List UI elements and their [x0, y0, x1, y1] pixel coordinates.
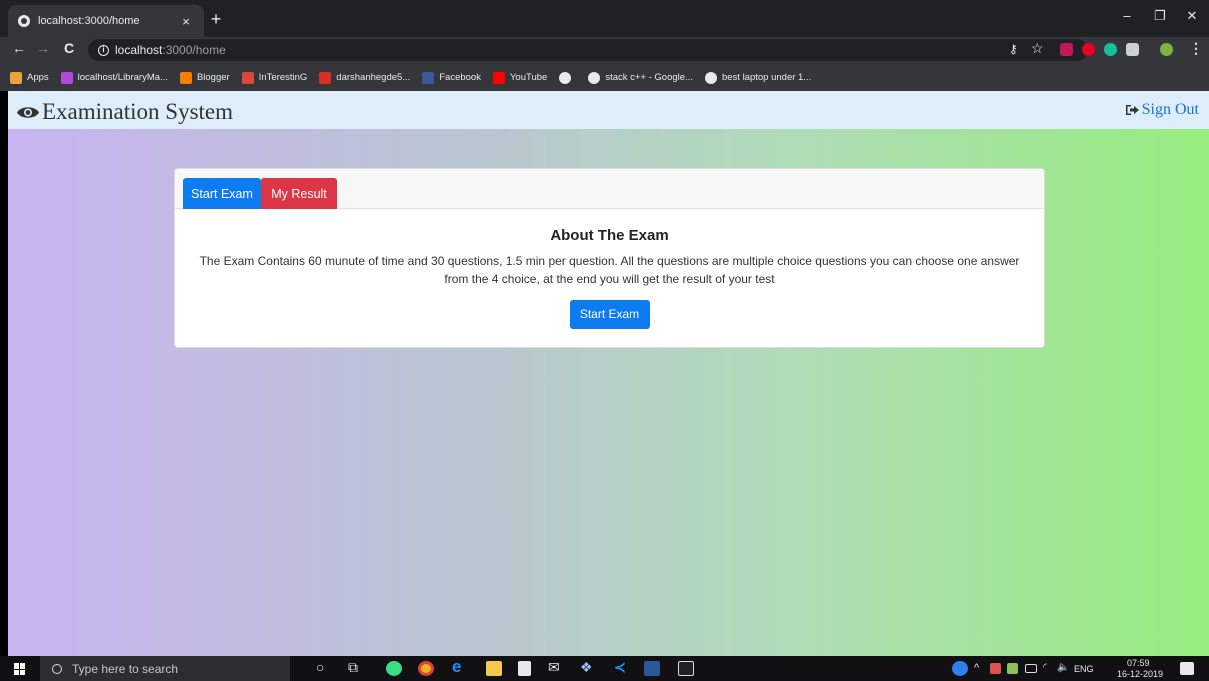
- forward-button[interactable]: →: [34, 40, 52, 56]
- help-icon[interactable]: [952, 661, 968, 676]
- bookmark-item[interactable]: Facebook: [422, 71, 481, 84]
- bookmark-label: localhost/LibraryMa...: [77, 72, 168, 83]
- tray-app-icon-2[interactable]: [1007, 663, 1018, 674]
- tray-app-icon[interactable]: [990, 663, 1001, 674]
- key-icon[interactable]: ⚷: [1009, 42, 1018, 56]
- site-icon: [60, 71, 73, 84]
- chrome-icon[interactable]: [418, 661, 434, 676]
- tab-start-exam[interactable]: Start Exam: [183, 178, 261, 209]
- clock-time[interactable]: 07:59: [1127, 658, 1150, 668]
- bookmark-item[interactable]: YouTube: [492, 71, 548, 84]
- battery-icon[interactable]: [1025, 664, 1037, 673]
- page-viewport: Examination System Sign Out Start Exam M…: [8, 91, 1209, 656]
- android-studio-icon[interactable]: [386, 661, 402, 676]
- tab-title: localhost:3000/home: [38, 15, 140, 27]
- clock-date[interactable]: 16-12-2019: [1117, 669, 1163, 679]
- more-menu-icon[interactable]: ⋮: [1189, 40, 1203, 57]
- sign-out-link[interactable]: Sign Out: [1125, 101, 1199, 119]
- tab-close-icon[interactable]: ×: [178, 14, 194, 29]
- browser-toolbar: ← → C i localhost :3000/home ⚷ ☆ ⋮: [0, 37, 1209, 64]
- bookmark-label: Blogger: [196, 72, 230, 83]
- bookmark-label: YouTube: [509, 72, 548, 83]
- bookmark-label: stack c++ - Google...: [605, 72, 693, 83]
- sign-out-label: Sign Out: [1141, 101, 1199, 118]
- bookmark-item[interactable]: InTerestinG: [241, 71, 308, 84]
- file-explorer-icon[interactable]: [486, 661, 502, 676]
- edge-icon[interactable]: e: [452, 657, 461, 677]
- gmail-icon: [319, 71, 332, 84]
- taskbar-search[interactable]: Type here to search: [40, 656, 290, 681]
- windows-taskbar: Type here to search ○ ⧉ e ✉ ❖ ≺ ^ ◜ 🔈 EN…: [0, 656, 1209, 681]
- back-button[interactable]: ←: [10, 40, 28, 56]
- browser-tab-strip: localhost:3000/home × + – ❐ ✕: [0, 0, 1209, 37]
- bookmark-star-icon[interactable]: ☆: [1031, 40, 1044, 57]
- google-icon: [588, 71, 601, 84]
- terminal-icon[interactable]: [678, 661, 694, 676]
- bookmarks-bar: Apps localhost/LibraryMa... Blogger InTeres…: [0, 64, 1209, 91]
- apps-grid-icon: [10, 71, 22, 84]
- profile-avatar[interactable]: [1160, 43, 1173, 56]
- word-icon[interactable]: [644, 661, 660, 676]
- bookmark-label: Apps: [27, 72, 49, 83]
- grammarly-icon[interactable]: [1104, 43, 1117, 56]
- url-host: localhost: [115, 43, 163, 57]
- start-exam-button[interactable]: Start Exam: [569, 300, 650, 329]
- bookmark-item[interactable]: [559, 71, 576, 84]
- wifi-icon[interactable]: ◜: [1043, 662, 1047, 673]
- bookmark-item[interactable]: Apps: [10, 71, 49, 84]
- eye-icon: [17, 106, 39, 118]
- globe-icon: [18, 15, 30, 27]
- info-icon[interactable]: i: [98, 44, 109, 56]
- new-tab-button[interactable]: +: [206, 9, 226, 30]
- browser-tab[interactable]: localhost:3000/home ×: [8, 5, 204, 37]
- search-icon: [52, 663, 62, 674]
- blogger-icon: [179, 71, 192, 84]
- folder-icon: [241, 71, 254, 84]
- close-window-button[interactable]: ✕: [1182, 8, 1202, 24]
- language-indicator[interactable]: ENG: [1074, 664, 1094, 674]
- task-view-icon[interactable]: ⧉: [348, 659, 358, 676]
- card-header-tabs: Start Exam My Result: [175, 169, 1044, 209]
- bookmark-label: best laptop under 1...: [721, 72, 812, 83]
- extension-k-icon[interactable]: [1060, 43, 1073, 56]
- tab-my-result[interactable]: My Result: [261, 178, 337, 209]
- mail-icon[interactable]: ✉: [548, 659, 560, 676]
- brand[interactable]: Examination System: [16, 99, 233, 125]
- tray-chevron-icon[interactable]: ^: [974, 662, 979, 674]
- store-icon[interactable]: [518, 661, 531, 676]
- bookmark-item[interactable]: localhost/LibraryMa...: [60, 71, 168, 84]
- facebook-icon: [422, 71, 435, 84]
- youtube-icon: [492, 71, 505, 84]
- brand-title: Examination System: [42, 99, 234, 124]
- globe-icon: [559, 71, 572, 84]
- bookmark-item[interactable]: best laptop under 1...: [704, 71, 812, 84]
- restore-button[interactable]: ❐: [1150, 8, 1170, 24]
- exam-card: Start Exam My Result About The Exam The …: [174, 168, 1045, 348]
- reload-button[interactable]: C: [60, 40, 78, 56]
- bookmark-item[interactable]: Blogger: [179, 71, 230, 84]
- about-title: About The Exam: [550, 227, 669, 244]
- bookmark-label: Facebook: [439, 72, 481, 83]
- visual-studio-code-icon[interactable]: ≺: [614, 659, 626, 676]
- cortana-icon[interactable]: ○: [316, 659, 324, 675]
- google-icon: [704, 71, 717, 84]
- about-text: The Exam Contains 60 munute of time and …: [199, 254, 1020, 286]
- sign-out-icon: [1125, 105, 1139, 115]
- minimize-button[interactable]: –: [1117, 8, 1137, 23]
- volume-icon[interactable]: 🔈: [1057, 662, 1069, 673]
- address-bar[interactable]: i localhost :3000/home: [88, 39, 1088, 61]
- dropbox-icon[interactable]: ❖: [580, 659, 593, 676]
- windows-start-icon[interactable]: [14, 663, 26, 675]
- bookmark-label: darshanhegde5...: [336, 72, 411, 83]
- extension-icon[interactable]: [1126, 43, 1139, 56]
- notification-center-icon[interactable]: [1180, 662, 1194, 675]
- bookmark-item[interactable]: darshanhegde5...: [319, 71, 411, 84]
- taskbar-search-placeholder: Type here to search: [72, 661, 179, 676]
- bookmark-item[interactable]: stack c++ - Google...: [588, 71, 693, 84]
- card-body: About The Exam The Exam Contains 60 munu…: [175, 227, 1044, 329]
- app-navbar: Examination System Sign Out: [8, 91, 1209, 129]
- pinterest-icon[interactable]: [1082, 43, 1095, 56]
- bookmark-label: InTerestinG: [258, 72, 308, 83]
- url-path: :3000/home: [162, 43, 226, 57]
